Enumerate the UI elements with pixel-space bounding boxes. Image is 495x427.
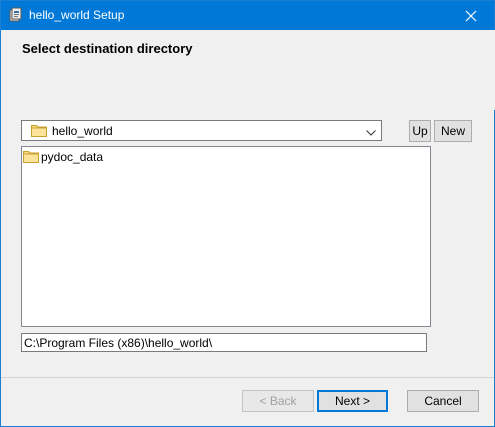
directory-dropdown-value: hello_world [52, 124, 113, 138]
installer-icon [8, 7, 24, 23]
close-button[interactable] [448, 1, 494, 30]
cancel-button[interactable]: Cancel [407, 390, 479, 412]
destination-path-input[interactable] [21, 333, 427, 352]
window-title: hello_world Setup [29, 8, 125, 22]
list-item-label: pydoc_data [41, 150, 104, 164]
footer-divider [1, 377, 494, 378]
folder-icon [31, 124, 47, 137]
up-button[interactable]: Up [409, 120, 431, 142]
new-folder-button[interactable]: New [434, 120, 472, 142]
next-button[interactable]: Next > [317, 390, 388, 412]
back-button[interactable]: < Back [242, 390, 314, 412]
folder-icon [23, 150, 39, 163]
directory-dropdown[interactable]: hello_world [21, 120, 382, 141]
chevron-down-icon[interactable] [366, 126, 376, 136]
close-icon [465, 10, 477, 21]
page-heading: Select destination directory [22, 41, 193, 56]
directory-list[interactable]: pydoc_data [21, 146, 431, 327]
title-bar[interactable]: hello_world Setup [1, 1, 494, 30]
header-panel: Select destination directory [2, 30, 495, 110]
